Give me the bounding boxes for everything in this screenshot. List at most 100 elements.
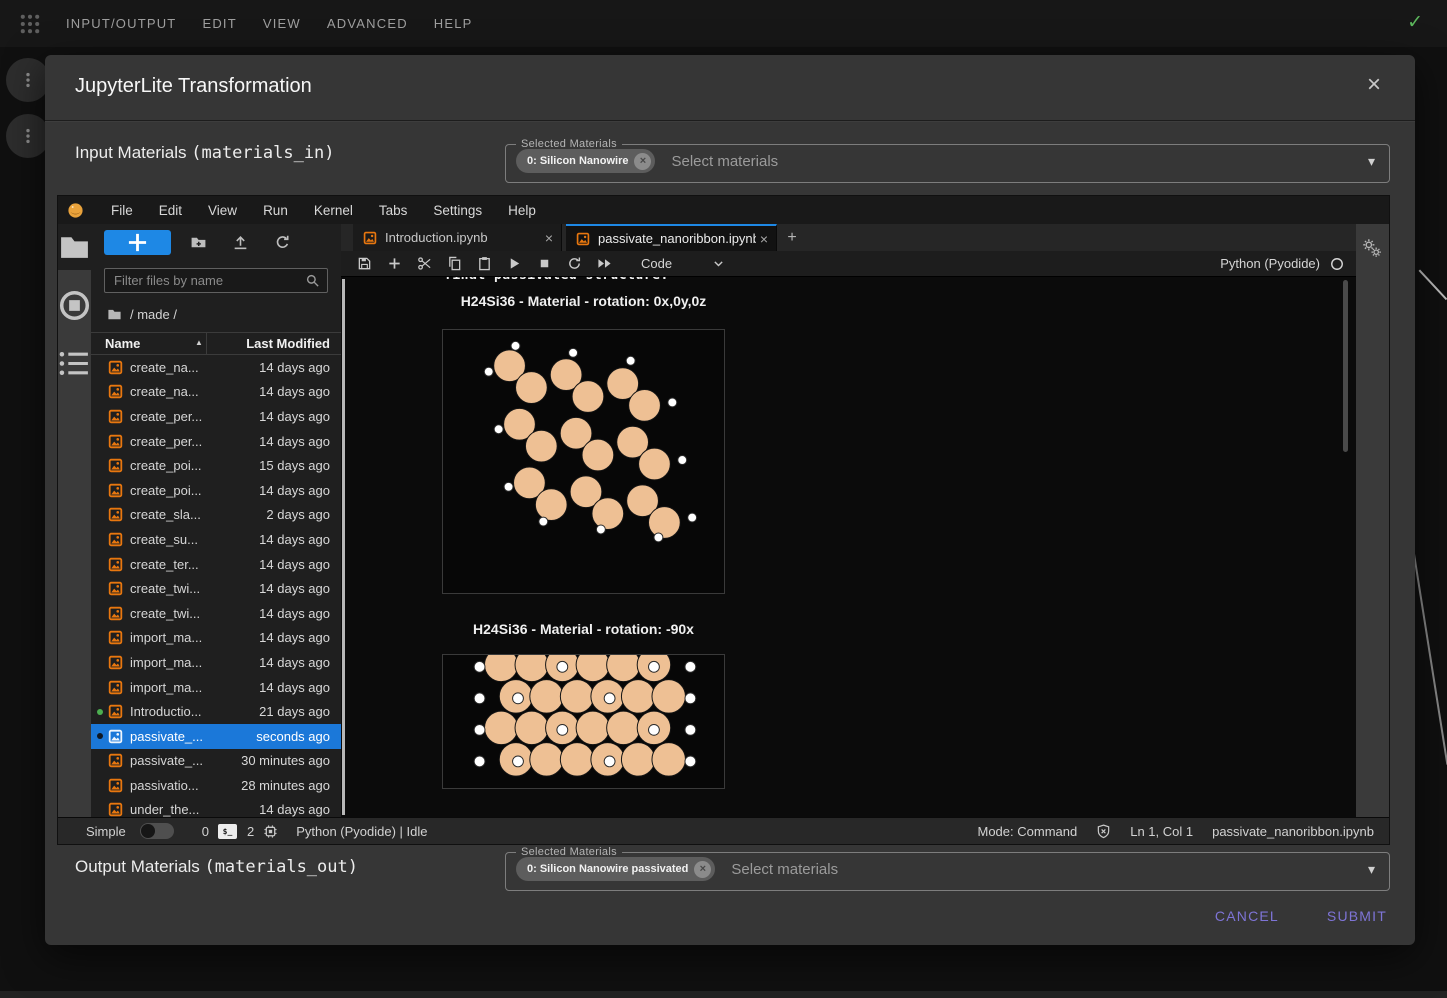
add-cell-icon[interactable] xyxy=(387,256,402,271)
new-folder-icon[interactable] xyxy=(190,234,207,251)
jupyter-menu-item-edit[interactable]: Edit xyxy=(146,203,195,218)
file-row[interactable]: create_poi...14 days ago xyxy=(91,478,341,503)
file-row[interactable]: import_ma...14 days ago xyxy=(91,626,341,651)
copy-icon[interactable] xyxy=(447,256,462,271)
folder-icon[interactable] xyxy=(107,307,122,322)
file-row[interactable]: passivatio...28 minutes ago xyxy=(91,773,341,798)
chevron-down-icon[interactable] xyxy=(712,257,725,270)
new-launcher-button[interactable] xyxy=(104,230,171,255)
kebab-menu-button[interactable] xyxy=(6,114,50,158)
jupyter-menu-item-help[interactable]: Help xyxy=(495,203,549,218)
file-row[interactable]: passivate_...seconds ago xyxy=(91,724,341,749)
command-mode-indicator[interactable]: Mode: Command xyxy=(978,824,1078,839)
file-row[interactable]: create_ter...14 days ago xyxy=(91,552,341,577)
column-last-modified[interactable]: Last Modified xyxy=(246,336,330,351)
output-materials-select[interactable]: Selected Materials 0: Silicon Nanowire p… xyxy=(505,846,1390,891)
file-row[interactable]: under_the...14 days ago xyxy=(91,798,341,817)
jupyter-menu-item-file[interactable]: File xyxy=(98,203,146,218)
kernel-chip-icon[interactable] xyxy=(263,824,278,839)
material-chip[interactable]: 0: Silicon Nanowire × xyxy=(516,149,655,173)
file-row[interactable]: create_twi...14 days ago xyxy=(91,576,341,601)
jupyter-menu-item-run[interactable]: Run xyxy=(250,203,301,218)
notebook-tabbar: Introduction.ipynb × passivate_nanoribbo… xyxy=(341,224,1356,251)
select-materials-placeholder[interactable]: Select materials xyxy=(731,861,1368,878)
shield-x-icon[interactable] xyxy=(1096,824,1111,839)
input-materials-select[interactable]: Selected Materials 0: Silicon Nanowire ×… xyxy=(505,138,1390,183)
save-icon[interactable] xyxy=(357,256,372,271)
close-icon[interactable]: × xyxy=(1367,73,1381,97)
file-row[interactable]: import_ma...14 days ago xyxy=(91,675,341,700)
app-menu: INPUT/OUTPUT EDIT VIEW ADVANCED HELP xyxy=(66,0,473,47)
file-row[interactable]: create_sla...2 days ago xyxy=(91,503,341,528)
cursor-position[interactable]: Ln 1, Col 1 xyxy=(1130,824,1193,839)
breadcrumb: / made / xyxy=(107,304,177,324)
terminal-icon[interactable]: $_ xyxy=(218,824,237,839)
property-inspector-gears-icon[interactable] xyxy=(1362,238,1383,259)
running-kernels-tab[interactable] xyxy=(58,282,91,328)
chip-delete-icon[interactable]: × xyxy=(694,861,711,878)
running-kernel-dot xyxy=(97,709,103,715)
file-dot xyxy=(97,487,103,493)
refresh-icon[interactable] xyxy=(274,234,291,251)
file-browser-tab[interactable] xyxy=(58,224,91,270)
file-row[interactable]: create_na...14 days ago xyxy=(91,355,341,380)
stop-icon[interactable] xyxy=(537,256,552,271)
file-row[interactable]: create_poi...15 days ago xyxy=(91,453,341,478)
kernel-status-text[interactable]: Python (Pyodide) | Idle xyxy=(296,824,427,839)
app-menu-item-edit[interactable]: EDIT xyxy=(202,16,236,31)
cancel-button[interactable]: CANCEL xyxy=(1211,899,1283,933)
upload-icon[interactable] xyxy=(232,234,249,251)
submit-button[interactable]: SUBMIT xyxy=(1323,899,1391,933)
dropdown-caret-icon[interactable]: ▾ xyxy=(1368,153,1375,170)
file-row[interactable]: create_per...14 days ago xyxy=(91,404,341,429)
notebook-file-icon xyxy=(108,458,123,473)
select-materials-placeholder[interactable]: Select materials xyxy=(671,153,1368,170)
structure-figure-1 xyxy=(442,329,725,594)
cut-icon[interactable] xyxy=(417,256,432,271)
notebook-content[interactable]: final passivated structure: H24Si36 - Ma… xyxy=(341,277,1356,817)
jupyter-menu-item-kernel[interactable]: Kernel xyxy=(301,203,366,218)
chip-delete-icon[interactable]: × xyxy=(634,153,651,170)
dropdown-caret-icon[interactable]: ▾ xyxy=(1368,861,1375,878)
material-chip[interactable]: 0: Silicon Nanowire passivated × xyxy=(516,857,715,881)
paste-icon[interactable] xyxy=(477,256,492,271)
run-all-icon[interactable] xyxy=(597,256,612,271)
apps-grid-icon[interactable] xyxy=(18,12,42,36)
table-of-contents-tab[interactable] xyxy=(58,340,91,386)
file-row[interactable]: create_na...14 days ago xyxy=(91,380,341,405)
file-dot xyxy=(97,389,103,395)
app-menu-item-input-output[interactable]: INPUT/OUTPUT xyxy=(66,16,176,31)
simple-mode-toggle[interactable] xyxy=(140,823,174,839)
file-row[interactable]: import_ma...14 days ago xyxy=(91,650,341,675)
app-menu-item-view[interactable]: VIEW xyxy=(263,16,301,31)
column-name[interactable]: Name xyxy=(105,336,140,351)
file-filter-input[interactable] xyxy=(105,273,305,288)
tab-close-icon[interactable]: × xyxy=(545,230,553,246)
breadcrumb-path[interactable]: / made / xyxy=(130,307,177,322)
scrollbar[interactable] xyxy=(1343,280,1348,452)
restart-kernel-icon[interactable] xyxy=(567,256,582,271)
file-row[interactable]: create_twi...14 days ago xyxy=(91,601,341,626)
jupyter-menu-item-view[interactable]: View xyxy=(195,203,250,218)
terminal-count[interactable]: 0 xyxy=(202,824,209,839)
tab-introduction[interactable]: Introduction.ipynb × xyxy=(353,224,562,251)
app-menu-item-help[interactable]: HELP xyxy=(434,16,473,31)
app-menu-item-advanced[interactable]: ADVANCED xyxy=(327,16,408,31)
cell-type-select[interactable]: Code xyxy=(641,256,672,271)
kebab-menu-button[interactable] xyxy=(6,58,50,102)
file-row[interactable]: passivate_...30 minutes ago xyxy=(91,749,341,774)
kernel-status-icon[interactable] xyxy=(1330,257,1344,271)
tab-passivate-nanoribbon[interactable]: passivate_nanoribbon.ipynb × xyxy=(566,224,777,251)
add-tab-icon[interactable]: + xyxy=(777,224,807,251)
file-row[interactable]: create_su...14 days ago xyxy=(91,527,341,552)
kernel-name[interactable]: Python (Pyodide) xyxy=(1220,256,1320,271)
notebook-file-icon xyxy=(108,557,123,572)
right-sidebar-strip xyxy=(1356,224,1389,817)
jupyter-menu-item-settings[interactable]: Settings xyxy=(420,203,495,218)
jupyter-menu-item-tabs[interactable]: Tabs xyxy=(366,203,421,218)
file-row[interactable]: create_per...14 days ago xyxy=(91,429,341,454)
tab-close-icon[interactable]: × xyxy=(760,231,768,247)
run-icon[interactable] xyxy=(507,256,522,271)
kernel-count[interactable]: 2 xyxy=(247,824,254,839)
file-row[interactable]: Introductio...21 days ago xyxy=(91,699,341,724)
